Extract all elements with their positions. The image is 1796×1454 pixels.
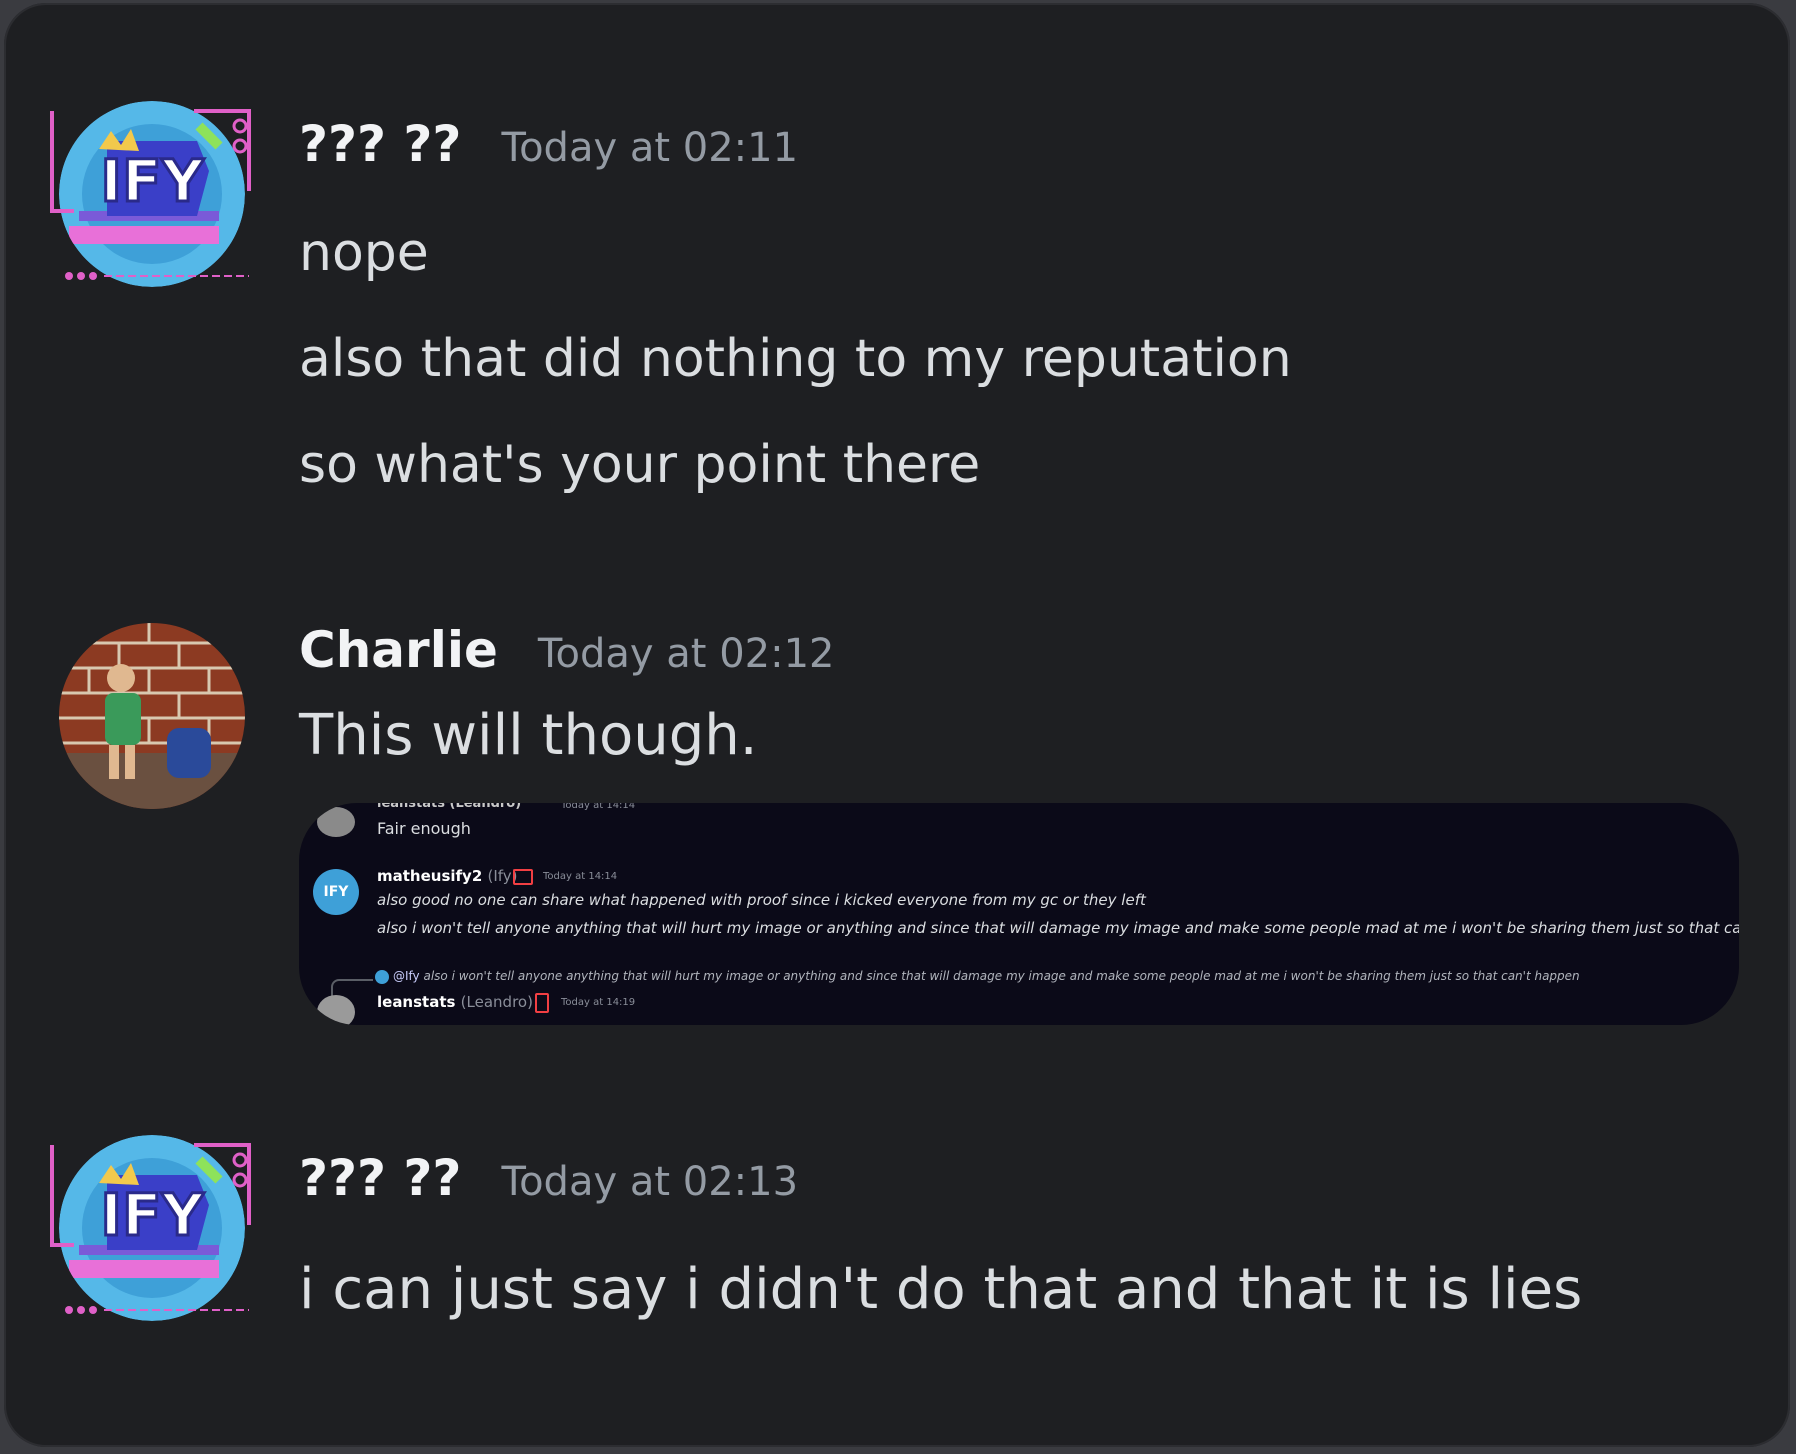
username[interactable]: Charlie — [299, 621, 498, 679]
username: matheusify2 (Ify) — [377, 867, 518, 885]
ify-logo-icon: IFY — [59, 101, 245, 287]
user-avatar[interactable] — [59, 623, 245, 809]
timestamp: Today at 14:19 — [561, 997, 636, 1008]
ify-logo-icon: IFY — [59, 1135, 245, 1321]
avatar — [317, 995, 355, 1025]
message-text: so what's your point there — [299, 435, 981, 495]
message-header: ??? ?? Today at 02:13 — [299, 1149, 798, 1207]
message-text: Fair enough — [377, 819, 471, 838]
svg-text:IFY: IFY — [100, 147, 204, 215]
message-text: nope — [299, 223, 429, 283]
reply-preview: @Ify also i won't tell anyone anything t… — [393, 969, 1580, 983]
desktop-icon — [513, 869, 533, 885]
message-text: also that did nothing to my reputation — [299, 329, 1292, 389]
message-text: i can just say i didn't do that and that… — [299, 1257, 1583, 1322]
username: leanstats (Leandro) — [377, 993, 533, 1011]
image-attachment[interactable]: leanstats (Leandro) Today at 14:14 Fair … — [299, 803, 1739, 1025]
mobile-icon — [535, 993, 549, 1013]
message-text: also i won't tell anyone anything that w… — [377, 919, 1739, 937]
avatar: IFY — [313, 869, 359, 915]
chat-panel: IFY ??? ?? Today at 02:11 nope also that… — [4, 3, 1790, 1447]
reply-username: leanstats (Leandro) — [377, 803, 522, 811]
message-text: also good no one can share what happened… — [377, 891, 1146, 909]
message-header: ??? ?? Today at 02:11 — [299, 115, 798, 173]
boy-photo-icon — [59, 623, 245, 809]
username[interactable]: ??? ?? — [299, 115, 461, 173]
svg-text:IFY: IFY — [100, 1181, 204, 1249]
timestamp[interactable]: Today at 02:12 — [538, 631, 835, 677]
timestamp[interactable]: Today at 02:11 — [501, 125, 798, 171]
timestamp[interactable]: Today at 02:13 — [501, 1159, 798, 1205]
user-avatar[interactable]: IFY — [59, 101, 245, 287]
user-avatar[interactable]: IFY — [59, 1135, 245, 1321]
message-header: Charlie Today at 02:12 — [299, 621, 834, 679]
avatar — [317, 807, 355, 837]
timestamp: Today at 14:14 — [543, 871, 618, 882]
username[interactable]: ??? ?? — [299, 1149, 461, 1207]
message-text: This will though. — [299, 703, 758, 768]
avatar — [375, 970, 389, 984]
reply-timestamp: Today at 14:14 — [561, 803, 636, 811]
